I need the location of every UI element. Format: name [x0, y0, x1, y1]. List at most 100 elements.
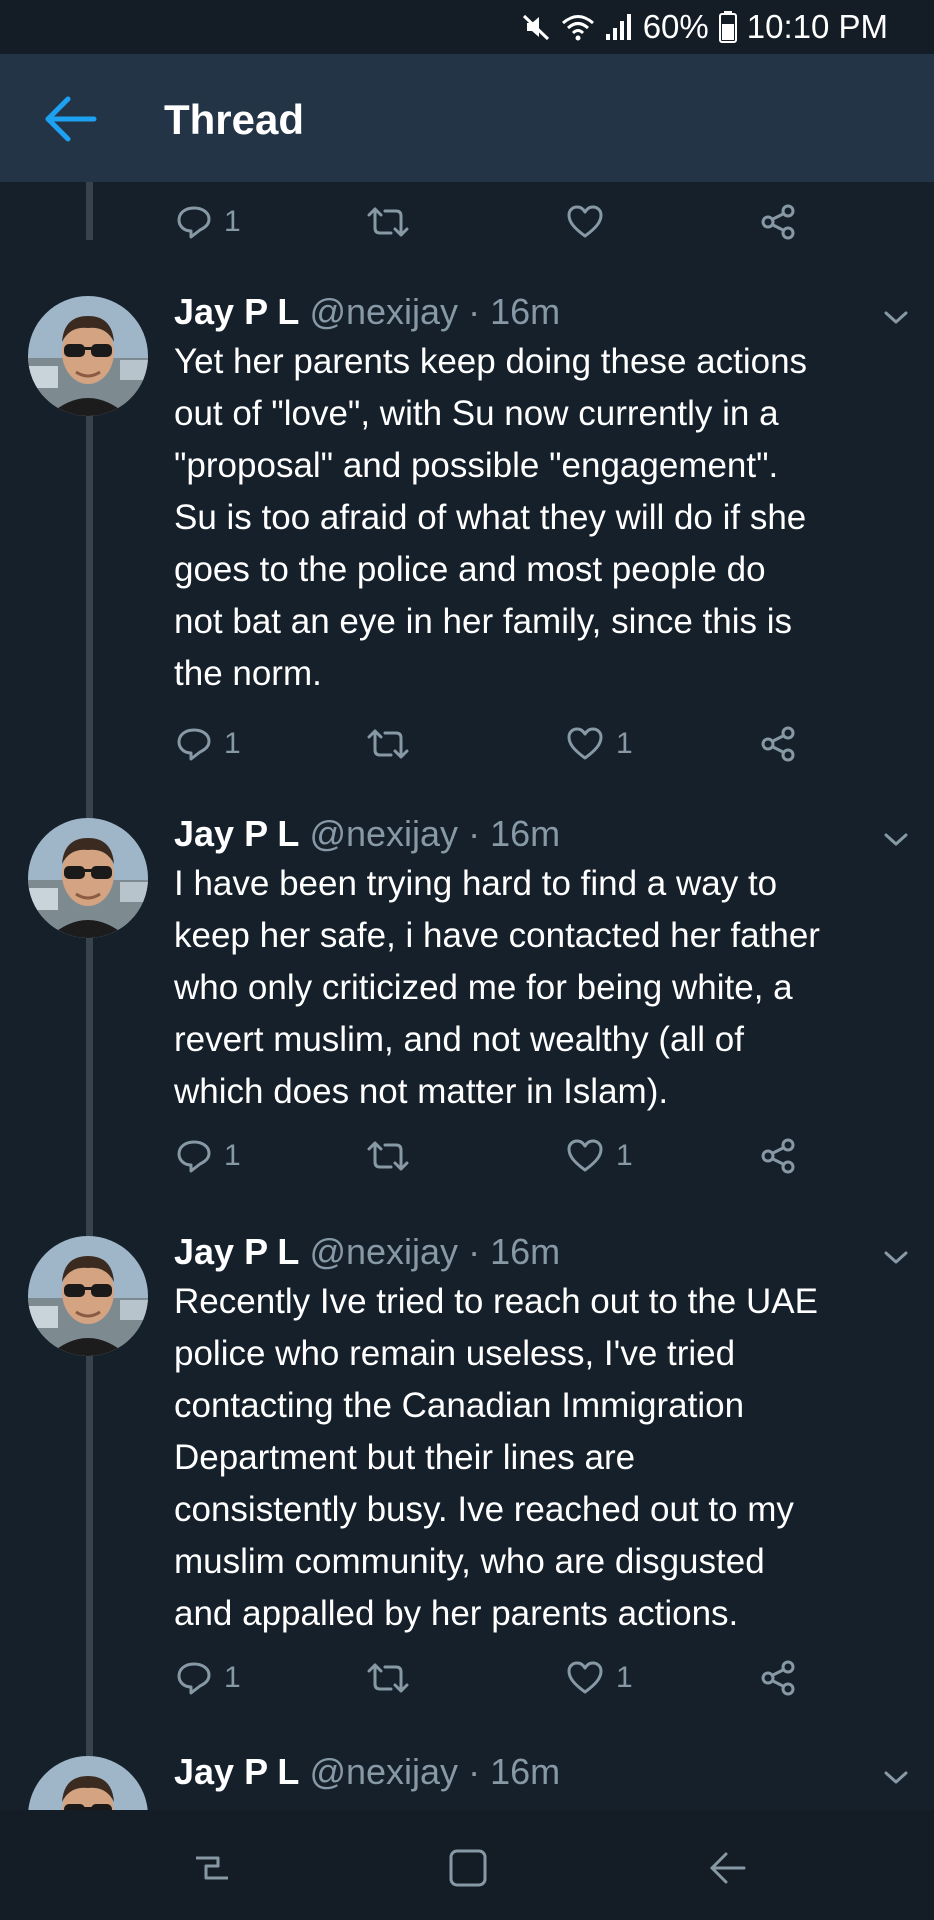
battery-icon: [718, 11, 737, 43]
signal-icon: [605, 12, 633, 42]
heart-icon: [567, 205, 603, 238]
page-title: Thread: [164, 96, 305, 143]
heart-icon: [567, 727, 603, 760]
user-handle[interactable]: @nexijay: [309, 291, 458, 332]
status-icons: 60% 10:10 PM: [521, 6, 888, 48]
separator: ·: [468, 1751, 481, 1792]
home-button[interactable]: [444, 1844, 492, 1892]
like-button[interactable]: 1: [566, 1656, 633, 1700]
reply-count: 1: [224, 205, 241, 238]
reply-icon: [177, 728, 211, 761]
share-icon: [761, 726, 795, 762]
retweet-icon: [367, 1141, 409, 1171]
reply-button[interactable]: 1: [176, 1656, 241, 1700]
user-photo: [28, 818, 148, 938]
thread-content[interactable]: 1 Jay P L @nexijay · 16m Yet her parents…: [0, 182, 934, 1810]
avatar[interactable]: [28, 818, 148, 938]
like-button[interactable]: [566, 200, 616, 244]
home-icon: [449, 1849, 487, 1887]
app-header: Thread: [0, 54, 934, 182]
reply-button[interactable]: 1: [176, 200, 241, 244]
timestamp: 16m: [490, 291, 561, 332]
mute-icon: [521, 12, 551, 42]
like-button[interactable]: 1: [566, 722, 633, 766]
timestamp: 16m: [490, 813, 561, 854]
tweet-header: Jay P L @nexijay · 16m: [174, 290, 560, 334]
tweet[interactable]: Jay P L @nexijay · 16m Yet her parents k…: [0, 290, 934, 830]
system-nav-bar: [0, 1810, 934, 1920]
tweet-menu-button[interactable]: [878, 306, 914, 330]
battery-percent: 60%: [642, 8, 709, 45]
tweet-menu-button[interactable]: [878, 1246, 914, 1270]
user-name[interactable]: Jay P L: [174, 813, 299, 854]
recent-apps-button[interactable]: [188, 1844, 236, 1892]
heart-icon: [567, 1661, 603, 1694]
wifi-icon: [561, 12, 595, 42]
tweet-text: Recently Ive tried to reach out to the U…: [174, 1282, 818, 1633]
share-icon: [761, 1660, 795, 1696]
tweet-menu-button[interactable]: [878, 1766, 914, 1790]
like-button[interactable]: 1: [566, 1134, 633, 1178]
user-photo: [28, 1236, 148, 1356]
reply-icon: [177, 1662, 211, 1695]
separator: ·: [468, 1231, 481, 1272]
recent-apps-icon: [196, 1856, 228, 1880]
tweet[interactable]: Jay P L @nexijay · 16m: [0, 1750, 934, 1810]
retweet-button[interactable]: [366, 1656, 422, 1700]
system-back-button[interactable]: [704, 1844, 752, 1892]
user-photo: [28, 1756, 148, 1810]
user-handle[interactable]: @nexijay: [309, 1231, 458, 1272]
tweet-menu-button[interactable]: [878, 828, 914, 852]
tweet-actions: 1 1: [0, 1134, 934, 1178]
user-photo: [28, 296, 148, 416]
avatar[interactable]: [28, 1236, 148, 1356]
retweet-button[interactable]: [366, 1134, 422, 1178]
tweet[interactable]: Jay P L @nexijay · 16m Recently Ive trie…: [0, 1230, 934, 1750]
share-button[interactable]: [760, 1656, 796, 1700]
avatar[interactable]: [28, 1756, 148, 1810]
user-name[interactable]: Jay P L: [174, 1231, 299, 1272]
user-handle[interactable]: @nexijay: [309, 1751, 458, 1792]
reply-icon: [177, 1140, 211, 1173]
chevron-down-icon: [884, 1251, 908, 1264]
user-name[interactable]: Jay P L: [174, 291, 299, 332]
reply-count: 1: [224, 1661, 241, 1694]
arrow-left-icon: [45, 96, 97, 142]
reply-count: 1: [224, 1139, 241, 1172]
tweet-actions: 1: [0, 200, 934, 244]
share-icon: [761, 204, 795, 240]
retweet-button[interactable]: [366, 722, 422, 766]
retweet-icon: [367, 729, 409, 759]
retweet-icon: [367, 1663, 409, 1693]
share-button[interactable]: [760, 200, 796, 244]
tweet-actions: 1 1: [0, 722, 934, 766]
tweet-actions: 1 1: [0, 1656, 934, 1700]
clock: 10:10 PM: [746, 8, 888, 45]
back-icon: [710, 1852, 746, 1884]
avatar[interactable]: [28, 296, 148, 416]
like-count: 1: [616, 727, 633, 760]
user-name[interactable]: Jay P L: [174, 1751, 299, 1792]
tweet-header: Jay P L @nexijay · 16m: [174, 1230, 560, 1274]
status-bar: 60% 10:10 PM: [0, 0, 934, 54]
tweet[interactable]: Jay P L @nexijay · 16m I have been tryin…: [0, 812, 934, 1232]
heart-icon: [567, 1139, 603, 1172]
user-handle[interactable]: @nexijay: [309, 813, 458, 854]
separator: ·: [468, 291, 481, 332]
timestamp: 16m: [490, 1751, 561, 1792]
tweet-text: I have been trying hard to find a way to…: [174, 864, 820, 1111]
share-button[interactable]: [760, 722, 796, 766]
reply-button[interactable]: 1: [176, 722, 241, 766]
reply-button[interactable]: 1: [176, 1134, 241, 1178]
chevron-down-icon: [884, 833, 908, 846]
share-button[interactable]: [760, 1134, 796, 1178]
separator: ·: [468, 813, 481, 854]
like-count: 1: [616, 1139, 633, 1172]
reply-count: 1: [224, 727, 241, 760]
tweet-text: Yet her parents keep doing these actions…: [174, 342, 808, 693]
reply-icon: [177, 206, 211, 239]
like-count: 1: [616, 1661, 633, 1694]
retweet-button[interactable]: [366, 200, 422, 244]
back-button[interactable]: [42, 93, 98, 145]
tweet-header: Jay P L @nexijay · 16m: [174, 1750, 560, 1794]
